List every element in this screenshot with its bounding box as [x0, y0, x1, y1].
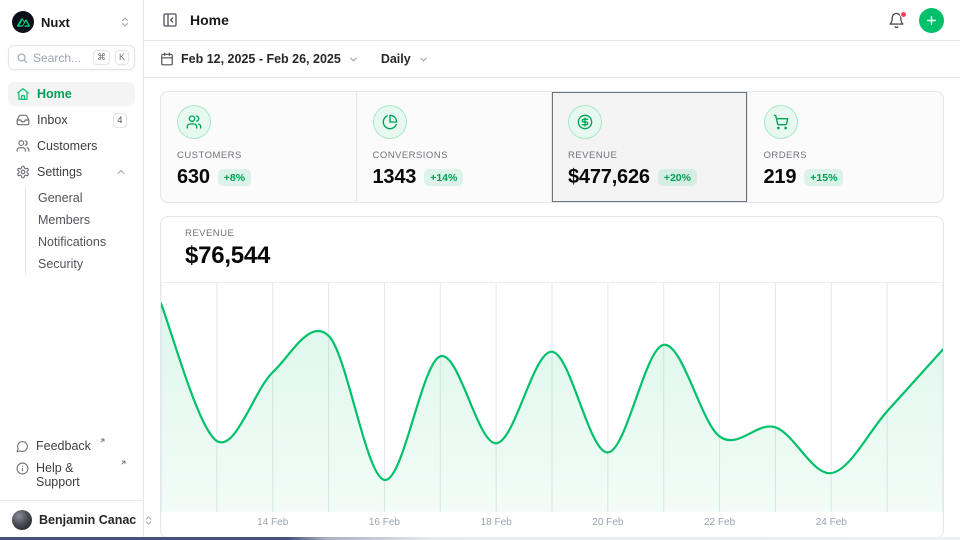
- revenue-chart-card: REVENUE $76,544 14 Feb 16 Feb 18 Feb 20 Feb…: [160, 216, 944, 538]
- search-input[interactable]: Search... ⌘ K: [8, 45, 135, 70]
- sidebar-item-label: Inbox: [37, 113, 68, 127]
- sidebar-item-label: Settings: [37, 165, 82, 179]
- shopping-cart-icon: [764, 105, 798, 139]
- notification-dot: [900, 11, 907, 18]
- search-icon: [16, 52, 28, 64]
- workspace-switcher[interactable]: Nuxt: [8, 8, 135, 36]
- date-range-picker[interactable]: Feb 12, 2025 - Feb 26, 2025: [160, 52, 359, 66]
- gear-icon: [16, 165, 30, 179]
- stats-row: CUSTOMERS 630 +8% CONVERSIONS 1343 +14%: [160, 91, 944, 203]
- sidebar-item-security[interactable]: Security: [38, 253, 135, 275]
- dashboard-app: Nuxt Search... ⌘ K Home: [0, 0, 960, 540]
- customers-stat-icon: [177, 105, 211, 139]
- sidebar-item-home[interactable]: Home: [8, 82, 135, 106]
- feedback-label: Feedback: [36, 439, 91, 453]
- home-icon: [16, 87, 30, 101]
- chevron-up-icon: [115, 166, 127, 178]
- chart-x-axis: 14 Feb 16 Feb 18 Feb 20 Feb 22 Feb 24 Feb: [161, 512, 943, 537]
- sidebar-item-customers[interactable]: Customers: [8, 134, 135, 158]
- inbox-count-badge: 4: [113, 113, 127, 128]
- filters-toolbar: Feb 12, 2025 - Feb 26, 2025 Daily: [144, 41, 960, 78]
- stat-label: ORDERS: [764, 150, 928, 161]
- stat-delta-badge: +14%: [424, 169, 463, 186]
- panel-left-close-icon: [162, 12, 178, 28]
- external-link-icon: [120, 459, 127, 466]
- settings-subnav: General Members Notifications Security: [25, 187, 135, 275]
- stat-card-conversions[interactable]: CONVERSIONS 1343 +14%: [357, 92, 553, 202]
- stat-card-customers[interactable]: CUSTOMERS 630 +8%: [161, 92, 357, 202]
- kbd-key: K: [115, 50, 129, 65]
- help-support-label: Help & Support: [36, 461, 112, 489]
- nuxt-logo-icon: [12, 11, 34, 33]
- chart-metric-label: REVENUE: [185, 228, 919, 239]
- x-axis-label: 16 Feb: [369, 517, 400, 528]
- stat-value: $477,626: [568, 166, 650, 189]
- sidebar-nav: Home Inbox 4 Customers Settings: [8, 82, 135, 277]
- external-link-icon: [99, 437, 106, 444]
- pie-chart-icon: [373, 105, 407, 139]
- message-bubble-icon: [16, 440, 29, 453]
- sidebar-item-inbox[interactable]: Inbox 4: [8, 108, 135, 132]
- chevron-down-icon: [418, 54, 429, 65]
- sidebar-item-label: Customers: [37, 139, 97, 153]
- date-range-value: Feb 12, 2025 - Feb 26, 2025: [181, 52, 341, 66]
- sidebar: Nuxt Search... ⌘ K Home: [0, 0, 144, 540]
- x-axis-label: 14 Feb: [257, 517, 288, 528]
- workspace-name: Nuxt: [41, 15, 70, 30]
- inbox-icon: [16, 113, 30, 127]
- page-title: Home: [190, 12, 229, 28]
- user-menu[interactable]: Benjamin Canac: [8, 501, 135, 532]
- chevron-down-icon: [348, 54, 359, 65]
- calendar-icon: [160, 52, 174, 66]
- search-placeholder: Search...: [33, 51, 81, 65]
- chart-header: REVENUE $76,544: [161, 217, 943, 283]
- stat-label: CUSTOMERS: [177, 150, 340, 161]
- stat-value: 219: [764, 166, 797, 189]
- notifications-button[interactable]: [886, 10, 907, 31]
- revenue-chart: [161, 283, 943, 512]
- sidebar-item-members[interactable]: Members: [38, 209, 135, 231]
- collapse-sidebar-button[interactable]: [160, 10, 180, 30]
- dollar-circle-icon: [568, 105, 602, 139]
- stat-delta-badge: +8%: [218, 169, 251, 186]
- sidebar-item-help-support[interactable]: Help & Support: [8, 457, 135, 493]
- stat-card-orders[interactable]: ORDERS 219 +15%: [748, 92, 944, 202]
- main-panel: Home Fe: [144, 0, 960, 540]
- stat-label: REVENUE: [568, 150, 731, 161]
- user-name: Benjamin Canac: [39, 513, 136, 527]
- sidebar-item-general[interactable]: General: [38, 187, 135, 209]
- stat-delta-badge: +20%: [658, 169, 697, 186]
- period-value: Daily: [381, 52, 411, 66]
- stat-label: CONVERSIONS: [373, 150, 536, 161]
- x-axis-label: 24 Feb: [816, 517, 847, 528]
- page-header: Home: [144, 0, 960, 41]
- x-axis-label: 20 Feb: [592, 517, 623, 528]
- sidebar-item-notifications[interactable]: Notifications: [38, 231, 135, 253]
- plus-icon: [925, 14, 938, 27]
- sidebar-spacer: [8, 277, 135, 435]
- dashboard-content: CUSTOMERS 630 +8% CONVERSIONS 1343 +14%: [144, 78, 960, 540]
- users-icon: [16, 139, 30, 153]
- chevrons-up-down-icon: [119, 16, 131, 28]
- add-button[interactable]: [919, 8, 944, 33]
- sidebar-item-settings[interactable]: Settings: [8, 160, 135, 184]
- stat-value: 630: [177, 166, 210, 189]
- stat-card-revenue[interactable]: REVENUE $477,626 +20%: [552, 92, 748, 202]
- sidebar-item-feedback[interactable]: Feedback: [8, 435, 135, 457]
- stat-delta-badge: +15%: [804, 169, 843, 186]
- chart-metric-value: $76,544: [185, 242, 919, 270]
- x-axis-label: 18 Feb: [481, 517, 512, 528]
- period-select[interactable]: Daily: [381, 52, 429, 66]
- chart-plot-area[interactable]: [161, 283, 943, 512]
- sidebar-item-label: Home: [37, 87, 72, 101]
- info-icon: [16, 462, 29, 475]
- x-axis-label: 22 Feb: [704, 517, 735, 528]
- user-avatar: [12, 510, 32, 530]
- stat-value: 1343: [373, 166, 417, 189]
- kbd-meta: ⌘: [93, 50, 110, 65]
